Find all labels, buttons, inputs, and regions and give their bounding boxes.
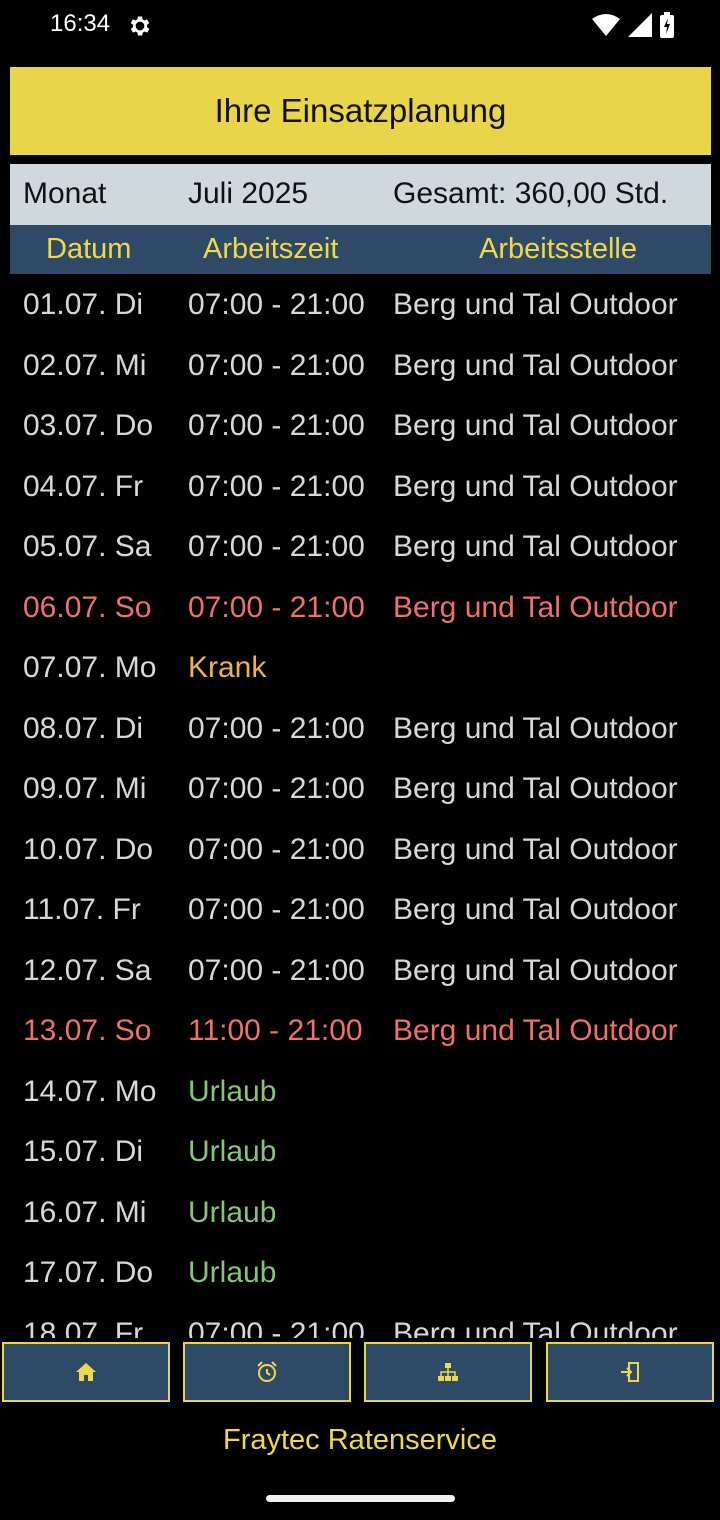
row-date: 11.07. Fr xyxy=(23,893,141,926)
row-status: Krank xyxy=(188,651,267,684)
row-time: 07:00 - 21:00 xyxy=(188,590,365,624)
month-summary: Monat Juli 2025 Gesamt: 360,00 Std. xyxy=(10,164,711,225)
row-place: Berg und Tal Outdoor xyxy=(393,772,678,805)
nav-sitemap-button[interactable] xyxy=(364,1342,532,1402)
nav-home-button[interactable] xyxy=(2,1342,170,1402)
schedule-row[interactable]: 01.07. Di 07:00 - 21:00 Berg und Tal Outdo… xyxy=(0,276,720,337)
schedule-row[interactable]: 16.07. Mi Urlaub xyxy=(0,1184,720,1245)
row-date: 07.07. Mo xyxy=(23,651,157,684)
row-date: 16.07. Mi xyxy=(23,1195,147,1229)
footer-brand: Fraytec Ratenservice xyxy=(223,1424,497,1456)
signal-icon xyxy=(628,13,652,37)
row-time: 07:00 - 21:00 xyxy=(188,893,365,926)
row-time: 07:00 - 21:00 xyxy=(188,711,365,745)
schedule-row[interactable]: 09.07. Mi 07:00 - 21:00 Berg und Tal Outdo… xyxy=(0,760,720,821)
row-place: Berg und Tal Outdoor xyxy=(393,409,678,442)
status-time: 16:34 xyxy=(50,10,111,37)
status-bar: 16:34 xyxy=(0,0,720,52)
month-value[interactable]: Juli 2025 xyxy=(188,177,308,211)
schedule-list[interactable]: 01.07. Di 07:00 - 21:00 Berg und Tal Outdo… xyxy=(0,276,720,1338)
alarm-clock-icon xyxy=(257,1361,277,1382)
row-time: 07:00 - 21:00 xyxy=(188,409,365,442)
row-status: Urlaub xyxy=(188,1256,277,1289)
row-date: 02.07. Mi xyxy=(23,348,147,382)
row-date: 06.07. So xyxy=(23,590,152,624)
row-time: 11:00 - 21:00 xyxy=(188,1014,363,1047)
schedule-row[interactable]: 15.07. Di Urlaub xyxy=(0,1123,720,1184)
row-status: Urlaub xyxy=(188,1074,277,1108)
bottom-nav xyxy=(0,1342,720,1406)
schedule-row[interactable]: 06.07. So 07:00 - 21:00 Berg und Tal Outdo… xyxy=(0,579,720,640)
row-place: Berg und Tal Outdoor xyxy=(393,1014,678,1047)
table-header: Datum Arbeitszeit Arbeitsstelle xyxy=(10,225,711,274)
row-date: 18.07. Fr xyxy=(23,1316,144,1339)
row-place: Berg und Tal Outdoor xyxy=(393,832,678,866)
row-time: 07:00 - 21:00 xyxy=(188,953,365,987)
row-date: 15.07. Di xyxy=(23,1135,144,1168)
row-date: 12.07. Sa xyxy=(23,953,152,987)
row-date: 03.07. Do xyxy=(23,409,154,442)
schedule-row[interactable]: 18.07. Fr 07:00 - 21:00 Berg und Tal Outdo… xyxy=(0,1305,720,1339)
home-indicator[interactable] xyxy=(266,1495,455,1502)
row-time: 07:00 - 21:00 xyxy=(188,1316,365,1339)
row-date: 04.07. Fr xyxy=(23,469,144,503)
row-date: 09.07. Mi xyxy=(23,772,147,805)
nav-logout-button[interactable] xyxy=(546,1342,714,1402)
schedule-row[interactable]: 12.07. Sa 07:00 - 21:00 Berg und Tal Outdo… xyxy=(0,942,720,1003)
row-time: 07:00 - 21:00 xyxy=(188,288,365,321)
wifi-icon xyxy=(592,14,620,36)
schedule-row[interactable]: 08.07. Di 07:00 - 21:00 Berg und Tal Outdo… xyxy=(0,700,720,761)
month-label: Monat xyxy=(23,177,107,210)
schedule-row[interactable]: 17.07. Do Urlaub xyxy=(0,1244,720,1305)
schedule-row[interactable]: 07.07. Mo Krank xyxy=(0,639,720,700)
schedule-row[interactable]: 14.07. Mo Urlaub xyxy=(0,1063,720,1124)
row-time: 07:00 - 21:00 xyxy=(188,469,365,503)
page-title: Ihre Einsatzplanung xyxy=(10,67,711,155)
column-header-time: Arbeitszeit xyxy=(203,233,339,265)
row-place: Berg und Tal Outdoor xyxy=(393,590,678,624)
row-place: Berg und Tal Outdoor xyxy=(393,893,678,926)
row-place: Berg und Tal Outdoor xyxy=(393,288,678,321)
sign-out-icon xyxy=(621,1362,639,1382)
row-time: 07:00 - 21:00 xyxy=(188,348,365,382)
row-place: Berg und Tal Outdoor xyxy=(393,469,678,503)
row-status: Urlaub xyxy=(188,1195,277,1229)
row-place: Berg und Tal Outdoor xyxy=(393,711,678,745)
row-place: Berg und Tal Outdoor xyxy=(393,953,678,987)
row-time: 07:00 - 21:00 xyxy=(188,832,365,866)
gear-icon xyxy=(130,16,150,36)
battery-icon xyxy=(660,12,674,38)
schedule-row[interactable]: 04.07. Fr 07:00 - 21:00 Berg und Tal Outdo… xyxy=(0,458,720,519)
row-place: Berg und Tal Outdoor xyxy=(393,1316,678,1339)
home-icon xyxy=(76,1363,96,1381)
column-header-date: Datum xyxy=(46,233,132,265)
schedule-row[interactable]: 05.07. Sa 07:00 - 21:00 Berg und Tal Outdo… xyxy=(0,518,720,579)
row-date: 13.07. So xyxy=(23,1014,152,1047)
row-place: Berg und Tal Outdoor xyxy=(393,348,678,382)
row-date: 08.07. Di xyxy=(23,711,144,745)
row-time: 07:00 - 21:00 xyxy=(188,772,365,805)
row-date: 01.07. Di xyxy=(23,288,144,321)
row-date: 05.07. Sa xyxy=(23,530,152,563)
schedule-row[interactable]: 11.07. Fr 07:00 - 21:00 Berg und Tal Outdo… xyxy=(0,881,720,942)
schedule-row[interactable]: 13.07. So 11:00 - 21:00 Berg und Tal Outdo… xyxy=(0,1002,720,1063)
sitemap-icon xyxy=(438,1363,458,1381)
nav-alarm-button[interactable] xyxy=(183,1342,351,1402)
row-place: Berg und Tal Outdoor xyxy=(393,530,678,563)
total-hours: Gesamt: 360,00 Std. xyxy=(393,177,669,210)
row-date: 14.07. Mo xyxy=(23,1074,157,1108)
schedule-row[interactable]: 10.07. Do 07:00 - 21:00 Berg und Tal Outdo… xyxy=(0,821,720,882)
schedule-row[interactable]: 02.07. Mi 07:00 - 21:00 Berg und Tal Outdo… xyxy=(0,337,720,398)
schedule-row[interactable]: 03.07. Do 07:00 - 21:00 Berg und Tal Outdo… xyxy=(0,397,720,458)
column-header-place: Arbeitsstelle xyxy=(479,233,637,265)
row-time: 07:00 - 21:00 xyxy=(188,530,365,563)
row-status: Urlaub xyxy=(188,1135,277,1168)
row-date: 17.07. Do xyxy=(23,1256,154,1289)
row-date: 10.07. Do xyxy=(23,832,154,866)
